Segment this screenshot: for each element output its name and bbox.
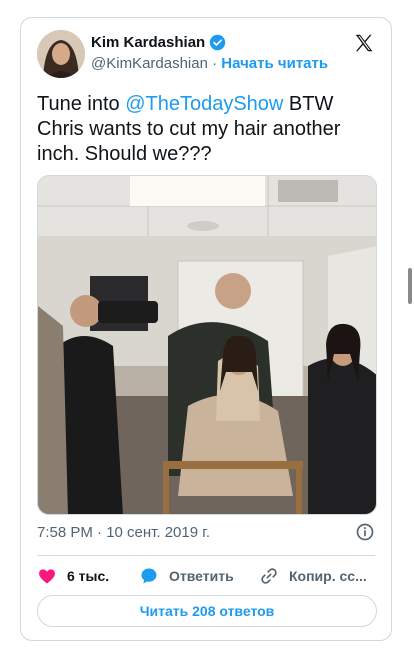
info-icon[interactable] <box>355 522 375 542</box>
tweet-photo[interactable] <box>37 175 377 515</box>
copy-link-label: Копир. сс... <box>289 568 367 584</box>
author-name[interactable]: Kim Kardashian <box>91 34 205 51</box>
reply-label: Ответить <box>169 568 234 584</box>
action-bar: 6 тыс. Ответить Копир. сс... <box>37 564 377 588</box>
author-name-row[interactable]: Kim Kardashian <box>91 34 226 51</box>
link-icon <box>261 568 277 584</box>
author-handle[interactable]: @KimKardashian <box>91 55 208 72</box>
heart-icon <box>39 569 55 584</box>
author-avatar[interactable] <box>37 30 85 78</box>
reply-bubble-icon <box>141 568 157 584</box>
like-count: 6 тыс. <box>67 568 110 584</box>
handle-separator: · <box>212 55 218 72</box>
follow-link[interactable]: Начать читать <box>221 55 328 72</box>
author-handle-row: @KimKardashian · Начать читать <box>91 55 328 72</box>
read-replies-button[interactable]: Читать 208 ответов <box>37 595 377 627</box>
photo-scene <box>38 176 376 514</box>
verified-badge-icon <box>209 34 226 51</box>
like-button[interactable]: 6 тыс. <box>37 564 109 588</box>
tweet-card[interactable]: Kim Kardashian @KimKardashian · Начать ч… <box>20 17 392 641</box>
scrollbar-thumb[interactable] <box>408 268 412 304</box>
tweet-text-prefix: Tune into <box>37 93 126 115</box>
reply-button[interactable]: Ответить <box>139 564 234 588</box>
tweet-text: Tune into @TheTodayShow BTW Chris wants … <box>37 92 377 167</box>
divider <box>37 555 375 556</box>
mention-link[interactable]: @TheTodayShow <box>125 93 283 115</box>
x-logo-icon[interactable] <box>353 32 375 54</box>
tweet-timestamp[interactable]: 7:58 PM · 10 сент. 2019 г. <box>37 524 210 541</box>
copy-link-button[interactable]: Копир. сс... <box>259 564 367 588</box>
